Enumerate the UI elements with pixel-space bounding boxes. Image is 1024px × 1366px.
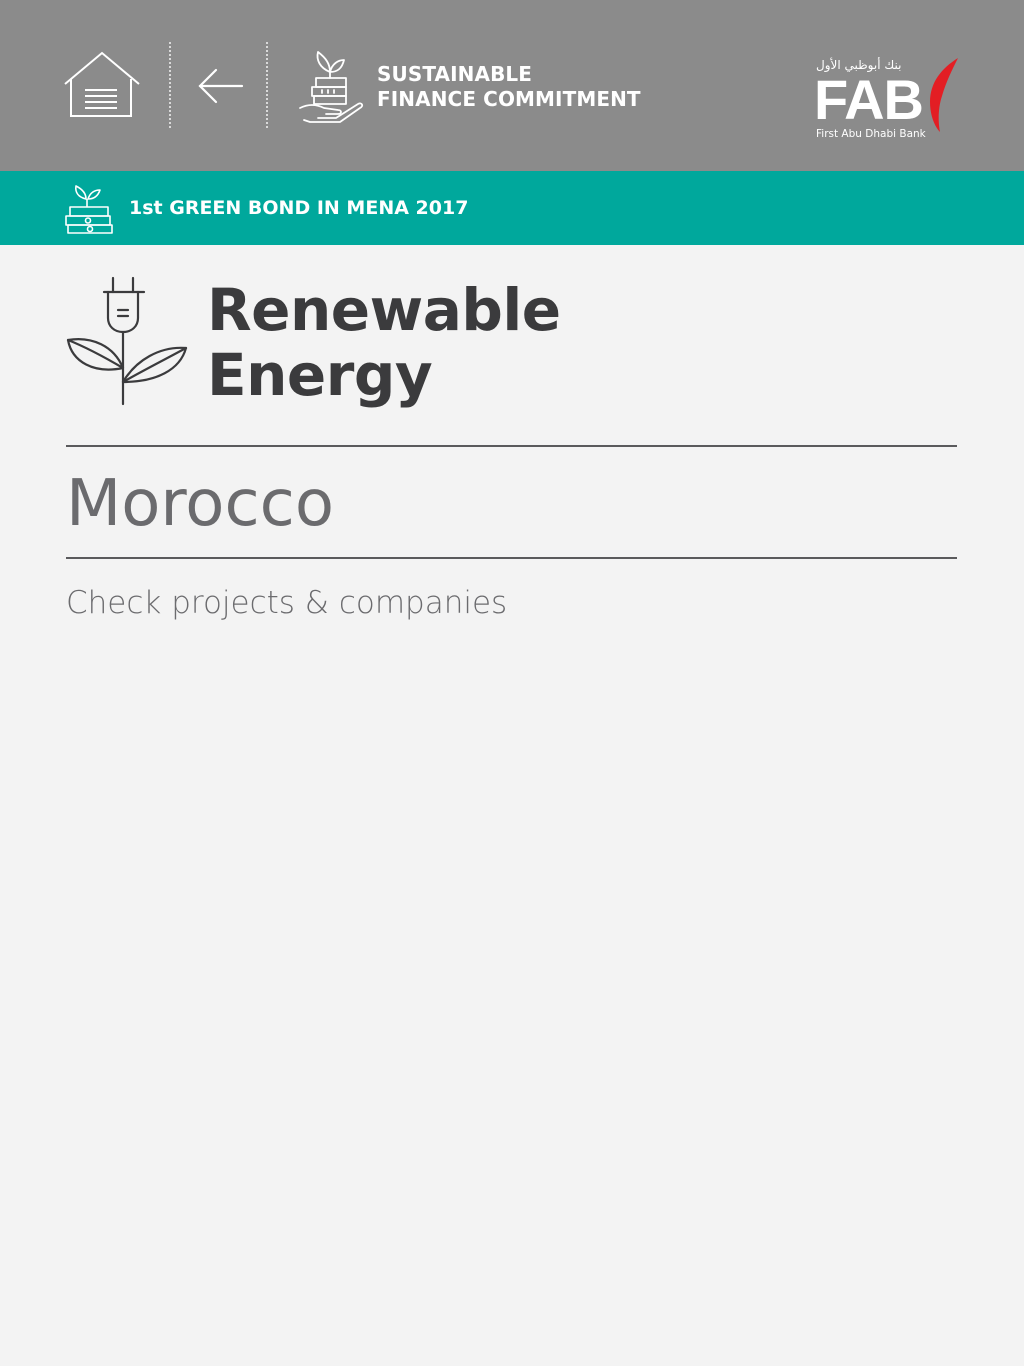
logo-mark: FAB xyxy=(814,68,924,131)
fab-logo: بنك أبوظبي الأول FAB First Abu Dhabi Ban… xyxy=(812,54,962,146)
commitment-title-line: FINANCE COMMITMENT xyxy=(377,87,641,111)
green-bond-banner: 1st GREEN BOND IN MENA 2017 xyxy=(0,171,1024,245)
logo-swoosh-icon xyxy=(930,58,958,132)
money-plant-icon xyxy=(65,185,113,234)
plug-plant-icon xyxy=(66,276,188,406)
home-button[interactable] xyxy=(62,48,142,124)
divider-line xyxy=(66,557,957,559)
sector-title-line: Renewable xyxy=(207,276,561,344)
green-bond-label: 1st GREEN BOND IN MENA 2017 xyxy=(129,197,469,219)
check-projects-link[interactable]: Check projects & companies xyxy=(66,582,507,624)
home-icon xyxy=(64,51,140,117)
sector-title: Renewable Energy xyxy=(207,278,561,408)
back-button[interactable] xyxy=(194,62,248,110)
header-divider xyxy=(169,42,171,128)
app-header: SUSTAINABLE FINANCE COMMITMENT بنك أبوظب… xyxy=(0,0,1024,171)
arrow-left-icon xyxy=(198,68,244,104)
commitment-title-line: SUSTAINABLE xyxy=(377,62,533,86)
hand-plant-money-icon xyxy=(299,51,364,123)
commitment-title: SUSTAINABLE FINANCE COMMITMENT xyxy=(377,62,641,112)
header-divider xyxy=(266,42,268,128)
sector-title-line: Energy xyxy=(207,341,433,409)
country-name: Morocco xyxy=(66,467,334,541)
divider-line xyxy=(66,445,957,447)
logo-bank-name: First Abu Dhabi Bank xyxy=(816,128,926,140)
